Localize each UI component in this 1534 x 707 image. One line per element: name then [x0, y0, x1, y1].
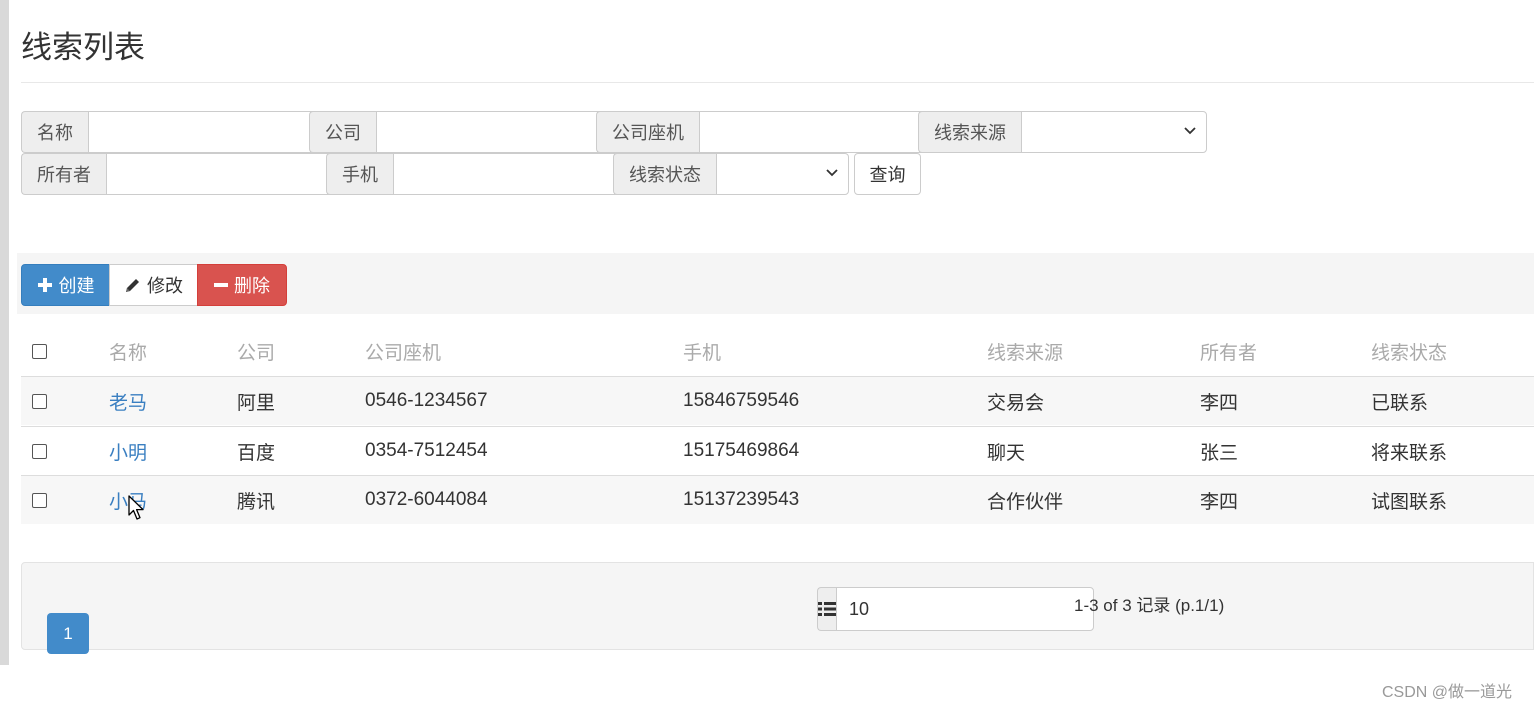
create-button-label: 创建: [58, 276, 95, 296]
cell-status: 试图联系: [1371, 491, 1448, 513]
filter-source-label: 线索来源: [918, 111, 1021, 153]
column-header-name[interactable]: 名称: [109, 326, 147, 376]
cell-phone: 0546-1234567: [365, 390, 488, 411]
cell-company: 百度: [237, 442, 276, 464]
cell-mobile: 15175469864: [683, 440, 800, 461]
cell-source: 合作伙伴: [987, 491, 1064, 513]
filter-phone: 公司座机: [596, 111, 949, 153]
filter-source-select[interactable]: [1021, 111, 1207, 153]
column-header-mobile[interactable]: 手机: [683, 326, 721, 376]
row-checkbox[interactable]: [32, 393, 47, 409]
edit-button[interactable]: 修改: [109, 264, 198, 306]
select-all-checkbox[interactable]: [32, 343, 47, 359]
delete-button-label: 删除: [234, 276, 270, 296]
column-header-company[interactable]: 公司: [237, 326, 275, 376]
page-size-group: [817, 587, 1094, 631]
cell-status: 将来联系: [1371, 442, 1448, 464]
edit-button-label: 修改: [147, 276, 183, 296]
filter-owner: 所有者: [21, 153, 356, 195]
pagination-info: 1-3 of 3 记录 (p.1/1): [1074, 596, 1225, 615]
row-checkbox[interactable]: [32, 443, 47, 459]
cell-mobile: 15846759546: [683, 390, 800, 411]
cell-source: 聊天: [987, 442, 1026, 464]
table-row: 老马 阿里 0546-1234567 15846759546 交易会 李四 已联…: [21, 376, 1534, 425]
filter-status-select[interactable]: [716, 153, 849, 195]
filter-mobile-input[interactable]: [393, 153, 643, 195]
delete-button[interactable]: 删除: [197, 264, 287, 306]
cell-mobile: 15137239543: [683, 489, 800, 510]
watermark-text: CSDN @做一道光: [1382, 684, 1513, 701]
filter-status-label: 线索状态: [613, 153, 716, 195]
table-row: 小马 腾讯 0372-6044084 15137239543 合作伙伴 李四 试…: [21, 475, 1534, 524]
page-title: 线索列表: [21, 30, 145, 65]
chevron-down-icon: [1184, 124, 1196, 141]
filter-company-label: 公司: [309, 111, 376, 153]
cell-company: 腾讯: [237, 491, 276, 513]
list-icon: [817, 587, 836, 631]
pagination-bar: 1 1-3 of 3 记录 (p.1/1): [21, 562, 1534, 654]
column-header-source[interactable]: 线索来源: [987, 326, 1063, 376]
table-header-row: 名称 公司 公司座机 手机 线索来源 所有者 线索状态: [21, 326, 1534, 376]
page-button-1[interactable]: 1: [47, 613, 89, 654]
table-row: 小明 百度 0354-7512454 15175469864 聊天 张三 将来联…: [21, 426, 1534, 475]
cell-phone: 0372-6044084: [365, 489, 488, 510]
create-button[interactable]: 创建: [21, 264, 110, 306]
plus-icon: [37, 277, 53, 293]
filter-owner-label: 所有者: [21, 153, 106, 195]
cell-owner: 李四: [1200, 491, 1239, 513]
filter-phone-label: 公司座机: [596, 111, 699, 153]
cell-source: 交易会: [987, 392, 1045, 414]
clue-name-link[interactable]: 老马: [109, 377, 147, 425]
filter-source: 线索来源: [918, 111, 1207, 153]
clue-name-link[interactable]: 小明: [109, 427, 147, 475]
cell-company: 阿里: [237, 392, 276, 414]
column-header-phone[interactable]: 公司座机: [365, 326, 441, 376]
search-button[interactable]: 查询: [854, 153, 921, 195]
filter-name: 名称: [21, 111, 338, 153]
minus-icon: [214, 278, 228, 292]
cell-status: 已联系: [1371, 392, 1429, 414]
filter-mobile: 手机: [326, 153, 643, 195]
filter-name-input[interactable]: [88, 111, 338, 153]
mouse-cursor-icon: [128, 495, 145, 526]
pencil-icon: [124, 277, 141, 294]
filter-mobile-label: 手机: [326, 153, 393, 195]
column-header-owner[interactable]: 所有者: [1200, 326, 1257, 376]
action-toolbar: 创建 修改 删除: [17, 253, 1534, 314]
filter-name-label: 名称: [21, 111, 88, 153]
filter-phone-input[interactable]: [699, 111, 949, 153]
column-header-status[interactable]: 线索状态: [1371, 326, 1447, 376]
left-scroll-edge: [0, 0, 9, 665]
filter-company-input[interactable]: [376, 111, 626, 153]
filter-owner-input[interactable]: [106, 153, 356, 195]
row-checkbox[interactable]: [32, 492, 47, 508]
title-divider: [21, 82, 1534, 83]
filter-status: 线索状态: [613, 153, 849, 195]
filter-company: 公司: [309, 111, 626, 153]
chevron-down-icon: [826, 166, 838, 183]
cell-phone: 0354-7512454: [365, 440, 488, 461]
cell-owner: 张三: [1200, 442, 1239, 464]
page-size-input[interactable]: [836, 587, 1094, 631]
cell-owner: 李四: [1200, 392, 1239, 414]
